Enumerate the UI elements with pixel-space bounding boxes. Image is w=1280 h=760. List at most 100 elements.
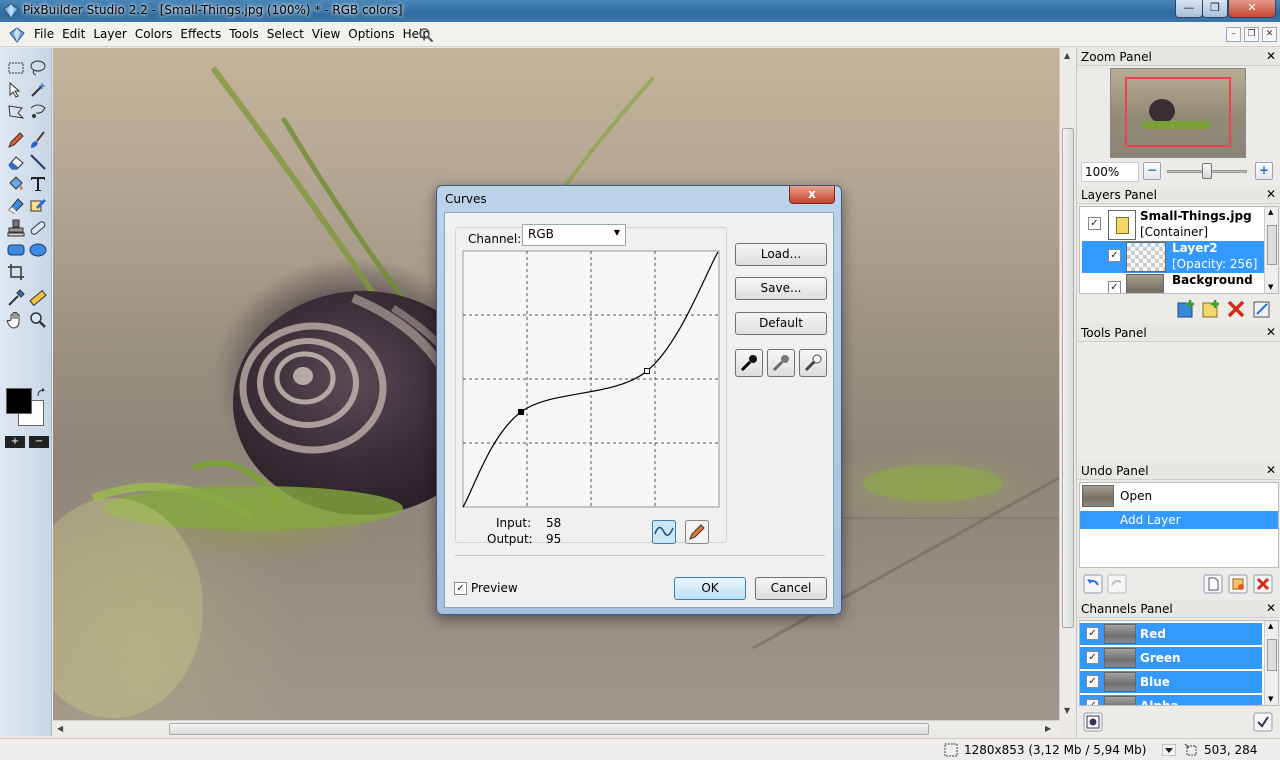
mdi-restore-button[interactable]: ❐ [1244,27,1259,42]
minimize-button[interactable]: — [1175,0,1203,18]
new-snapshot-icon[interactable] [1203,574,1223,594]
eraser-tool-icon[interactable] [6,152,26,172]
default-button[interactable]: Default [735,312,827,335]
undo-panel-close-button[interactable]: ✕ [1266,463,1276,477]
menu-item-layer[interactable]: Layer [89,22,130,46]
channel-row-blue[interactable]: ✓ Blue [1080,671,1262,693]
rect-select-tool-icon[interactable] [6,58,26,78]
gradient-tool-icon[interactable] [6,196,26,216]
zoom-preview[interactable] [1110,68,1246,158]
curve-pencil-mode-icon[interactable] [685,520,709,544]
channels-panel-close-button[interactable]: ✕ [1266,601,1276,615]
swap-colors-icon[interactable] [36,388,46,398]
layers-panel-close-button[interactable]: ✕ [1266,187,1276,201]
scroll-right-arrow-icon[interactable]: ▶ [1045,724,1051,733]
zoom-in-button[interactable]: + [5,436,25,448]
menu-item-select[interactable]: Select [263,22,308,46]
mdi-minimize-button[interactable]: – [1226,27,1241,42]
zoom-value-field[interactable]: 100% [1081,162,1139,182]
channel-row-alpha[interactable]: ✓ Alpha [1080,695,1262,705]
layer-properties-icon[interactable] [1251,298,1273,320]
vertical-scrollbar[interactable]: ▲ ▼ [1059,48,1075,720]
curve-graph[interactable] [462,250,720,508]
layer-row[interactable]: ✓ Background [1082,273,1264,293]
crop-tool-icon[interactable] [6,262,26,282]
menu-item-effects[interactable]: Effects [176,22,225,46]
curve-smooth-mode-icon[interactable] [652,520,676,544]
scroll-up-arrow-icon[interactable]: ▲ [1064,51,1070,60]
delete-history-icon[interactable] [1253,574,1273,594]
hand-tool-icon[interactable] [6,310,26,330]
save-button[interactable]: Save... [735,277,827,300]
channel-options-icon[interactable] [1253,712,1273,732]
channels-scrollbar[interactable]: ▲ ▼ [1264,621,1278,705]
zoom-tool-icon[interactable] [28,310,48,330]
curve-control-point[interactable] [644,368,650,374]
menu-item-edit[interactable]: Edit [58,22,89,46]
zoom-out-button[interactable]: − [29,436,49,448]
menu-item-view[interactable]: View [308,22,344,46]
zoom-slider-thumb[interactable] [1202,163,1212,179]
layers-scroll-up-icon[interactable]: ▲ [1268,208,1273,216]
zoom-viewport-rect[interactable] [1125,77,1231,147]
layer-row[interactable]: ✓ Layer2 [Opacity: 256] [1082,241,1264,273]
move-selection-tool-icon[interactable] [6,80,26,100]
layer-visibility-checkbox[interactable]: ✓ [1108,281,1121,293]
channel-visibility-checkbox[interactable]: ✓ [1086,675,1099,688]
load-button[interactable]: Load... [735,243,827,266]
zoom-panel-close-button[interactable]: ✕ [1266,49,1276,63]
lasso-tool-icon[interactable] [28,58,48,78]
cancel-button[interactable]: Cancel [755,577,827,600]
ellipse-tool-icon[interactable] [28,240,48,260]
layers-scrollbar[interactable]: ▲ ▼ [1264,207,1278,293]
layer-visibility-checkbox[interactable]: ✓ [1088,217,1101,230]
scroll-down-arrow-icon[interactable]: ▼ [1064,706,1070,715]
clone-stamp-tool-icon[interactable] [6,218,26,238]
foreground-color-swatch[interactable] [6,388,32,414]
paint-bucket-tool-icon[interactable] [6,174,26,194]
channel-select[interactable]: RGB ▼ [522,224,626,246]
vertical-scroll-thumb[interactable] [1062,128,1074,628]
restore-button[interactable]: ❐ [1202,0,1228,18]
rounded-rect-tool-icon[interactable] [6,240,26,260]
scroll-left-arrow-icon[interactable]: ◀ [57,724,63,733]
dropdown-arrow-icon[interactable] [1162,744,1176,756]
curve-control-point[interactable] [518,409,524,415]
undo-item-open[interactable]: Open [1080,485,1278,507]
menu-item-options[interactable]: Options [344,22,398,46]
channel-visibility-checkbox[interactable]: ✓ [1086,699,1099,705]
layers-scroll-thumb[interactable] [1267,225,1277,265]
healing-tool-icon[interactable] [28,218,48,238]
channel-visibility-checkbox[interactable]: ✓ [1086,627,1099,640]
tools-panel-close-button[interactable]: ✕ [1266,325,1276,339]
black-point-eyedropper[interactable] [735,349,763,377]
ok-button[interactable]: OK [674,577,746,600]
menu-item-colors[interactable]: Colors [131,22,177,46]
mdi-close-button[interactable]: ✕ [1262,27,1277,42]
channel-visibility-checkbox[interactable]: ✓ [1086,651,1099,664]
magnetic-lasso-tool-icon[interactable] [28,102,48,122]
redo-icon[interactable] [1107,574,1127,594]
delete-layer-icon[interactable] [1225,298,1247,320]
channel-row-green[interactable]: ✓ Green [1080,647,1262,669]
horizontal-scrollbar[interactable]: ◀ ▶ [53,720,1059,736]
line-tool-icon[interactable] [28,152,48,172]
close-button[interactable]: ✕ [1228,0,1276,18]
brush-tool-icon[interactable] [28,130,48,150]
undo-item-add-layer[interactable]: Add Layer [1080,511,1278,529]
zoom-plus-button[interactable]: + [1255,162,1273,180]
diamond-logo-icon[interactable] [8,26,26,44]
channels-scroll-down-icon[interactable]: ▼ [1268,695,1273,703]
menu-item-tools[interactable]: Tools [225,22,263,46]
magic-wand-tool-icon[interactable] [28,80,48,100]
pencil-tool-icon[interactable] [6,130,26,150]
measure-tool-icon[interactable] [28,288,48,308]
menu-item-file[interactable]: File [30,22,58,46]
smudge-tool-icon[interactable] [28,196,48,216]
zoom-minus-button[interactable]: − [1143,162,1161,180]
channel-row-red[interactable]: ✓ Red [1080,623,1262,645]
preview-checkbox[interactable]: ✓ [454,582,467,595]
dialog-close-button[interactable]: x [789,186,835,204]
polygon-lasso-tool-icon[interactable] [6,102,26,122]
channel-mask-icon[interactable] [1083,712,1103,732]
